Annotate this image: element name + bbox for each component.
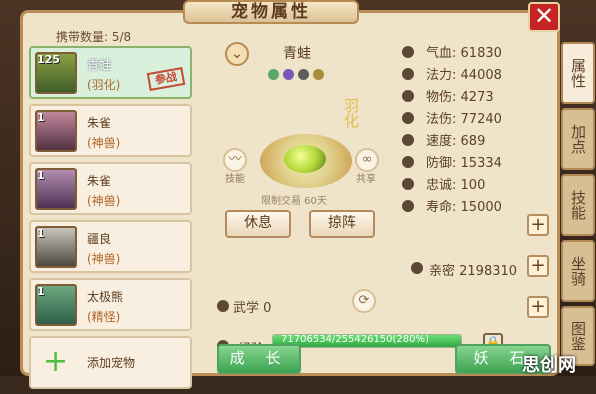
pet-item-frog[interactable]: 125 青蛙 (羽化) 参战 <box>29 46 192 99</box>
stat-physical-damage: 物伤: 4273 <box>426 90 494 105</box>
pet-attributes-screen: 宠物属性 ✕ 携带数量: 5/8 125 青蛙 (羽化) 参战 1 朱雀 (神兽… <box>0 0 596 389</box>
stat-hp: 气血: 61830 <box>426 46 502 61</box>
plus-icon: + <box>43 344 69 379</box>
stat-row-loyalty: 忠诚: 100 <box>402 174 552 195</box>
refresh-icon[interactable]: ⟳ <box>352 289 376 313</box>
add-exp-button[interactable]: + <box>527 296 549 318</box>
stat-row-hp: 气血: 61830 <box>402 42 552 63</box>
pet-level: 1 <box>37 227 45 240</box>
pet-type: (神兽) <box>87 194 121 208</box>
stat-magic-damage: 法伤: 77240 <box>426 112 502 127</box>
exp-progress-text: 71706534/255426150(280%) <box>281 334 429 345</box>
stat-lifespan: 寿命: 15000 <box>426 200 502 215</box>
stat-row-magic: 法伤: 77240 <box>402 108 552 129</box>
skill-value: 武学 0 <box>233 301 272 316</box>
pet-item-taiji-bear[interactable]: 1 太极熊 (精怪) <box>29 278 192 331</box>
pet-detail-panel: ⌄ 青蛙 羽化 〰 技能 ∞ 共享 限制交易 60天 休息 掠阵 武学 0 ⟳ … <box>213 34 503 364</box>
evolution-stage: 羽化 <box>342 98 360 128</box>
selected-pet-name: 青蛙 <box>283 46 311 62</box>
stat-row-mp: 法力: 44008 <box>402 64 552 85</box>
loyalty-icon <box>402 178 414 190</box>
fire-element-icon <box>283 69 294 80</box>
intimacy-icon <box>411 262 423 274</box>
pet-level: 1 <box>37 111 45 124</box>
lifespan-icon <box>402 200 414 212</box>
battle-status-badge: 参战 <box>146 67 186 91</box>
share-icon[interactable]: ∞ <box>355 148 379 172</box>
window-title: 宠物属性 <box>183 0 359 24</box>
stat-row-physical: 物伤: 4273 <box>402 86 552 107</box>
pet-level: 1 <box>37 285 45 298</box>
share-icon-label: 共享 <box>356 174 376 185</box>
intimacy-value: 亲密 2198310 <box>429 264 518 279</box>
water-element-icon <box>268 69 279 80</box>
speed-icon <box>402 134 414 146</box>
carry-count: 携带数量: 5/8 <box>56 30 132 44</box>
tab-skills[interactable]: 技能 <box>561 174 595 236</box>
tab-add-points[interactable]: 加点 <box>561 108 595 170</box>
physical-damage-icon <box>402 90 414 102</box>
rest-button[interactable]: 休息 <box>225 210 291 238</box>
pet-type: (神兽) <box>87 252 121 266</box>
watermark-text: 思创网 <box>522 355 576 376</box>
pet-list: 125 青蛙 (羽化) 参战 1 朱雀 (神兽) 1 朱雀 (神兽) 1 疆良 … <box>29 46 192 394</box>
stat-row-speed: 速度: 689 <box>402 130 552 151</box>
pet-item-jiangliang[interactable]: 1 疆良 (神兽) <box>29 220 192 273</box>
defense-icon <box>402 156 414 168</box>
skill-icon[interactable]: 〰 <box>223 148 247 172</box>
stat-defense: 防御: 15334 <box>426 156 502 171</box>
pet-level: 125 <box>37 53 60 66</box>
pet-name: 太极熊 <box>87 290 124 304</box>
element-icons <box>268 69 324 80</box>
skill-icon-dot <box>217 300 229 312</box>
earth-element-icon <box>313 69 324 80</box>
stat-mp: 法力: 44008 <box>426 68 502 83</box>
tab-mount[interactable]: 坐骑 <box>561 240 595 302</box>
skill-icon-label: 技能 <box>225 174 245 185</box>
wood-element-icon <box>298 69 309 80</box>
mp-icon <box>402 68 414 80</box>
pet-type: (精怪) <box>87 310 121 324</box>
pet-stats: 气血: 61830 法力: 44008 物伤: 4273 法伤: 77240 速… <box>402 42 552 218</box>
hp-icon <box>402 46 414 58</box>
trade-limit: 限制交易 60天 <box>261 196 327 207</box>
pet-name: 朱雀 <box>87 116 112 130</box>
add-pet-label: 添加宠物 <box>87 356 136 370</box>
pet-name: 疆良 <box>87 232 112 246</box>
pet-name: 朱雀 <box>87 174 112 188</box>
stat-row-defense: 防御: 15334 <box>402 152 552 173</box>
add-pet-button[interactable]: + 添加宠物 <box>29 336 192 389</box>
magic-damage-icon <box>402 112 414 124</box>
pet-name: 青蛙 <box>87 58 112 72</box>
chevron-down-icon[interactable]: ⌄ <box>225 42 249 66</box>
stat-loyalty: 忠诚: 100 <box>426 178 486 193</box>
pet-level: 1 <box>37 169 45 182</box>
tab-attributes[interactable]: 属性 <box>561 42 595 104</box>
add-lifespan-button[interactable]: + <box>527 214 549 236</box>
pet-item-zhuque-1[interactable]: 1 朱雀 (神兽) <box>29 104 192 157</box>
close-button[interactable]: ✕ <box>528 2 560 32</box>
frog-model <box>284 145 326 173</box>
growth-button[interactable]: 成 长 <box>217 344 301 374</box>
add-intimacy-button[interactable]: + <box>527 255 549 277</box>
attack-formation-button[interactable]: 掠阵 <box>309 210 375 238</box>
stat-speed: 速度: 689 <box>426 134 486 149</box>
pet-type: (羽化) <box>87 78 121 92</box>
pet-type: (神兽) <box>87 136 121 150</box>
pet-item-zhuque-2[interactable]: 1 朱雀 (神兽) <box>29 162 192 215</box>
